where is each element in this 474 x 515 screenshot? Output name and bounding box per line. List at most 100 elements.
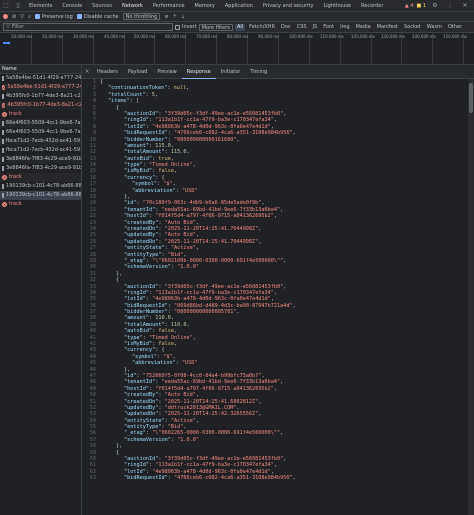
code-token: , [154,91,158,98]
tab-elements[interactable]: Elements [24,0,57,11]
filter-chip-img[interactable]: Img [338,24,352,31]
preserve-log-checkbox[interactable]: Preserve log [34,14,73,20]
request-row[interactable]: ✕ track [0,173,81,182]
filter-icon[interactable]: ▽ [20,14,24,20]
close-icon[interactable]: ✕ [461,2,469,10]
detail-tab-timing[interactable]: Timing [245,65,272,79]
request-row[interactable]: 3e8846fa-7f83-4c29-ace9-91b... [0,164,81,173]
search-icon[interactable]: ⌕ [28,14,31,20]
request-row[interactable]: fbca71d2-7ecb-432d-ac41-59... [0,137,81,146]
code-token: , [170,142,174,149]
more-filters-dropdown[interactable]: More filters [198,23,233,31]
code-token: , [236,309,240,316]
topbar-right: ▲ 4 ■ 1 ⚙ ⋮ ✕ [405,2,474,10]
request-row[interactable]: 190139cb-c101-4c78-ab66-88... [0,182,81,191]
detail-tabs: Headers Payload Preview Response Initiator Ti… [92,65,272,79]
filter-chip-font[interactable]: Font [321,24,336,31]
name-column-header[interactable]: Name [0,65,81,74]
clear-icon[interactable]: ⊘ [12,14,16,20]
code-token: "schemaVersion" [124,264,171,271]
request-list: Name 5a58e4be-51d1-4f29-a777-24c5... ✕5a5… [0,65,82,515]
code-token: "currency" [124,347,156,354]
tab-sources[interactable]: Sources [87,0,117,11]
code-token: "amount" [124,315,149,322]
code-token: , [283,110,287,117]
gear-icon[interactable]: ⚙ [431,2,439,10]
filter-placeholder: Filter [11,24,25,30]
warning-count-badge[interactable]: ■ 1 [417,3,427,9]
code-token: 115.0 [170,149,187,156]
code-token: "bidRequestId" [124,475,168,482]
detail-tab-headers[interactable]: Headers [92,65,123,79]
request-row[interactable]: 190139cb-c101-4c78-ab66-88... [0,191,81,200]
detail-tab-payload[interactable]: Payload [123,65,153,79]
document-icon [2,139,4,144]
code-token: : [ [129,98,140,105]
detail-tab-preview[interactable]: Preview [152,65,181,79]
code-token: "totalCount" [108,91,146,98]
filter-chip-css[interactable]: CSS [295,24,309,31]
tab-network[interactable]: Network [116,0,148,11]
export-icon[interactable]: ⇣ [181,14,185,20]
filter-chip-wasm[interactable]: Wasm [425,24,444,31]
timeline-overview[interactable]: 10,000 ms 20,000 ms 30,000 ms 40,000 ms 50,0… [0,33,474,65]
filter-chip-js[interactable]: JS [311,24,320,31]
request-row[interactable]: fbca71d2-7ecb-432d-ac41-59... [0,146,81,155]
tab-console[interactable]: Console [57,0,87,11]
filter-chip-socket[interactable]: Socket [402,24,423,31]
timeline-tick-label: 20,000 ms [42,34,64,39]
tab-memory[interactable]: Memory [190,0,220,11]
document-icon [2,166,4,171]
record-icon[interactable] [3,14,8,19]
filter-chip-doc[interactable]: Doc [279,24,293,31]
disable-cache-checkbox[interactable]: Disable cache [76,14,119,20]
tab-application[interactable]: Application [220,0,258,11]
request-row[interactable]: 66e4f603-5509-4cc1-9be6-7a... [0,128,81,137]
request-row[interactable]: 3e8846fa-7f83-4c29-ace9-91b... [0,155,81,164]
response-body: 1{2 "continuationToken": null, 3 "totalCoun… [82,79,474,515]
tab-privacy-and-security[interactable]: Privacy and security [258,0,319,11]
code-token: "abbreviation" [132,187,176,194]
import-icon[interactable]: ⇡ [173,14,177,20]
code-token: , [280,206,284,213]
detail-tab-initiator[interactable]: Initiator [216,65,246,79]
code-token: , [236,404,240,411]
device-toolbar-icon[interactable]: ▯ [14,2,22,10]
response-scrollbar[interactable] [468,79,474,515]
code-token: , [270,468,274,475]
filter-chip-media[interactable]: Media [354,24,373,31]
code-token: , [270,123,274,130]
inspect-element-icon[interactable]: ⬚ [2,2,10,10]
filter-chip-manifest[interactable]: Manifest [375,24,400,31]
tab-performance[interactable]: Performance [148,0,190,11]
wifi-icon[interactable]: ≋ [164,14,168,20]
filter-chip-other[interactable]: Other [446,24,464,31]
filter-chip-all[interactable]: All [234,23,246,31]
filter-chip-fetchxhr[interactable]: Fetch/XHR [247,24,277,31]
filter-input[interactable]: ▽ Filter [3,23,173,31]
scrollbar-thumb[interactable] [469,83,473,113]
request-row[interactable]: ✕4b395fc0-1b77-4de3-8a21-c2b... [0,101,81,110]
tab-lighthouse[interactable]: Lighthouse [318,0,356,11]
request-row[interactable]: ✕ track [0,110,81,119]
code-token: "amount" [124,142,149,149]
request-row[interactable]: ✕ track [0,200,81,209]
timeline-tick-label: 10,000 ms [11,34,33,39]
code-token: "currency" [124,174,156,181]
document-icon [2,157,4,162]
tab-recorder[interactable]: Recorder [356,0,388,11]
code-token: }, [116,443,123,450]
error-count-badge[interactable]: ▲ 4 [405,3,414,9]
request-row[interactable]: 66e4f603-5509-4cc1-9be6-7a... [0,119,81,128]
timeline-tick-label: 150,000 ms [443,34,467,39]
request-row[interactable]: ✕5a58e4be-51d1-4f29-a777-24c5... [0,83,81,92]
close-detail-icon[interactable]: × [82,68,92,75]
more-options-icon[interactable]: ⋮ [446,2,454,10]
request-name: 4b395fc0-1b77-4de3-8a21-c2b... [6,93,81,99]
request-name: 5a58e4be-51d1-4f29-a777-24c5... [6,75,81,81]
request-row[interactable]: 4b395fc0-1b77-4de3-8a21-c2b... [0,92,81,101]
invert-checkbox[interactable]: Invert [175,24,197,30]
request-row[interactable]: 5a58e4be-51d1-4f29-a777-24c5... [0,74,81,83]
throttling-select[interactable]: No throttling [122,13,161,20]
detail-tab-response[interactable]: Response [181,65,216,79]
